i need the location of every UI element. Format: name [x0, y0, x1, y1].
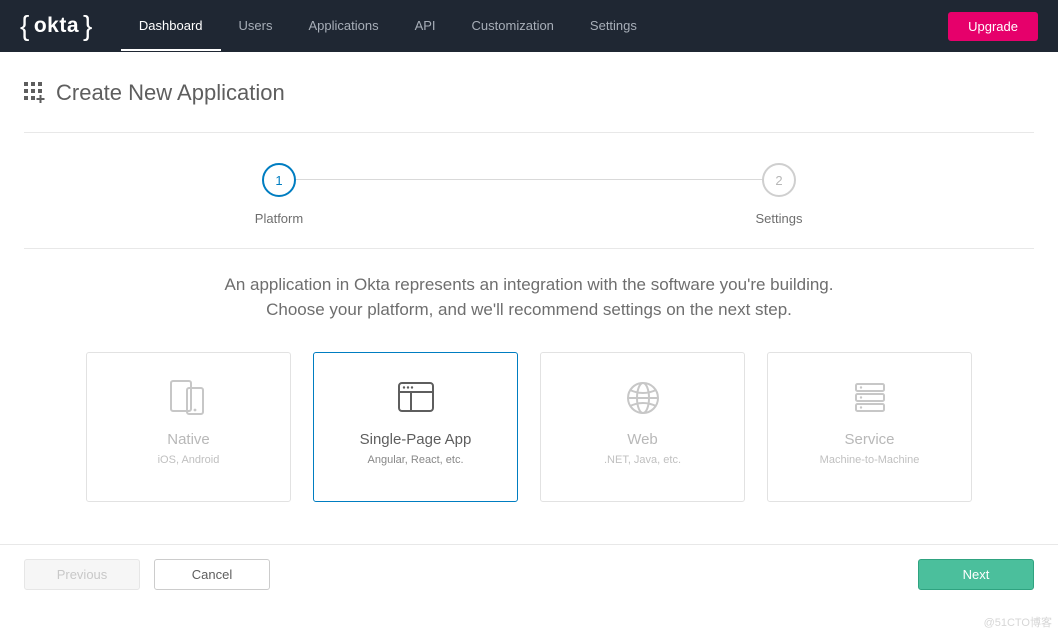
nav-label: Dashboard: [139, 18, 203, 33]
apps-grid-add-icon: [24, 82, 46, 104]
step-number: 2: [762, 163, 796, 197]
upgrade-label: Upgrade: [968, 19, 1018, 34]
nav-left: okta Dashboard Users Applications API Cu…: [20, 2, 655, 51]
platform-card-service[interactable]: Service Machine-to-Machine: [767, 352, 972, 502]
button-label: Next: [963, 567, 990, 582]
step-number: 1: [262, 163, 296, 197]
platform-cards: Native iOS, Android Single-Page App Angu…: [24, 352, 1034, 502]
platform-card-subtitle: Machine-to-Machine: [768, 454, 971, 466]
step-label: Settings: [729, 211, 829, 226]
divider: [24, 132, 1034, 133]
nav-items: Dashboard Users Applications API Customi…: [121, 2, 655, 51]
upgrade-button[interactable]: Upgrade: [948, 12, 1038, 41]
previous-button: Previous: [24, 559, 140, 590]
platform-card-subtitle: iOS, Android: [87, 454, 290, 466]
watermark: @51CTO博客: [984, 614, 1052, 630]
nav-item-customization[interactable]: Customization: [454, 2, 572, 51]
nav-item-applications[interactable]: Applications: [290, 2, 396, 51]
page-title-row: Create New Application: [24, 80, 1034, 106]
step-platform[interactable]: 1 Platform: [229, 163, 329, 226]
next-button[interactable]: Next: [918, 559, 1034, 590]
button-label: Cancel: [192, 567, 232, 582]
intro-line: Choose your platform, and we'll recommen…: [266, 300, 792, 319]
platform-card-title: Service: [768, 431, 971, 448]
nav-label: API: [415, 18, 436, 33]
top-nav: okta Dashboard Users Applications API Cu…: [0, 0, 1058, 52]
nav-item-dashboard[interactable]: Dashboard: [121, 2, 221, 51]
footer-left: Previous Cancel: [24, 559, 270, 590]
brand-logo: okta: [20, 10, 93, 42]
platform-card-title: Single-Page App: [314, 431, 517, 448]
browser-window-icon: [314, 375, 517, 421]
platform-card-spa[interactable]: Single-Page App Angular, React, etc.: [313, 352, 518, 502]
globe-icon: [541, 375, 744, 421]
wizard-footer: Previous Cancel Next: [0, 545, 1058, 608]
nav-label: Customization: [472, 18, 554, 33]
intro-text: An application in Okta represents an int…: [169, 273, 889, 322]
server-stack-icon: [768, 375, 971, 421]
nav-label: Users: [239, 18, 273, 33]
page: Create New Application 1 Platform 2 Sett…: [0, 52, 1058, 502]
stepper-line: [279, 179, 779, 180]
mobile-devices-icon: [87, 375, 290, 421]
intro-line: An application in Okta represents an int…: [225, 275, 834, 294]
nav-item-users[interactable]: Users: [221, 2, 291, 51]
step-label: Platform: [229, 211, 329, 226]
cancel-button[interactable]: Cancel: [154, 559, 270, 590]
step-settings[interactable]: 2 Settings: [729, 163, 829, 226]
platform-card-native[interactable]: Native iOS, Android: [86, 352, 291, 502]
wizard-stepper: 1 Platform 2 Settings: [229, 163, 829, 226]
button-label: Previous: [57, 567, 108, 582]
platform-card-title: Native: [87, 431, 290, 448]
divider: [24, 248, 1034, 249]
nav-item-settings[interactable]: Settings: [572, 2, 655, 51]
platform-card-subtitle: .NET, Java, etc.: [541, 454, 744, 466]
page-title: Create New Application: [56, 80, 285, 106]
platform-card-subtitle: Angular, React, etc.: [314, 454, 517, 466]
platform-card-web[interactable]: Web .NET, Java, etc.: [540, 352, 745, 502]
platform-card-title: Web: [541, 431, 744, 448]
nav-item-api[interactable]: API: [397, 2, 454, 51]
nav-label: Applications: [308, 18, 378, 33]
nav-label: Settings: [590, 18, 637, 33]
brand-text: okta: [34, 14, 79, 38]
